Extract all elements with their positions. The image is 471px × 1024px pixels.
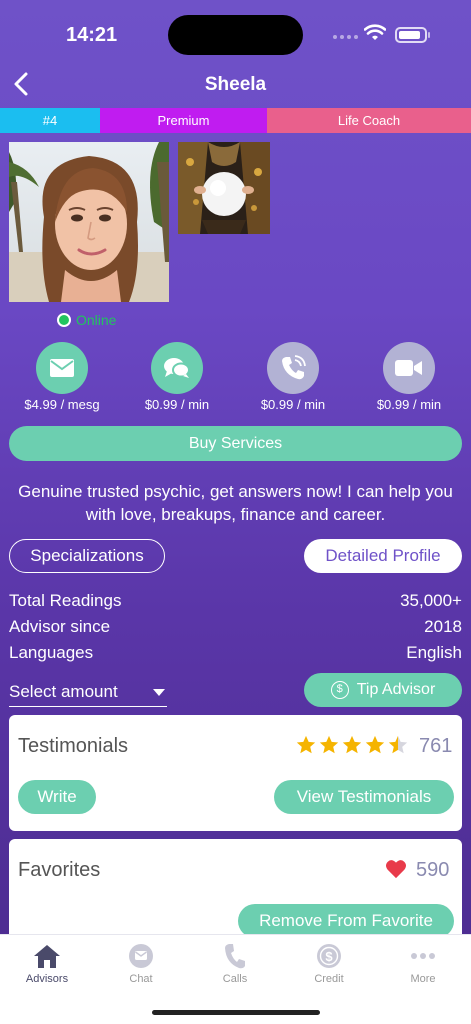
online-status: Online [57,312,116,328]
battery-icon [395,27,430,43]
home-indicator[interactable] [152,1010,320,1015]
dollar-icon: $ [330,681,349,699]
tab-label: Credit [314,973,344,985]
tip-advisor-button[interactable]: $ Tip Advisor [304,673,462,707]
dropdown-caret-icon [153,688,165,696]
tab-label: Chat [129,973,153,985]
category-badge: Life Coach [267,108,471,133]
message-price: $4.99 / mesg [24,397,100,412]
star-icon [319,735,339,754]
info-row-languages: Languages English [9,643,462,663]
star-icon [342,735,362,754]
half-star-icon [388,735,408,754]
online-status-label: Online [76,312,117,328]
rating-stars [295,734,409,756]
star-icon [296,735,316,754]
tab-more[interactable]: More [376,941,470,985]
view-testimonials-button[interactable]: View Testimonials [274,780,454,814]
status-time: 14:21 [66,24,118,46]
tab-calls[interactable]: Calls [188,941,282,985]
phone-icon [225,944,245,969]
tip-amount-select[interactable]: Select amount [9,678,167,707]
phone-icon[interactable] [267,342,319,394]
chat-icon [129,944,153,968]
nav-bar: Sheela [0,66,471,106]
write-testimonial-button[interactable]: Write [18,780,96,814]
more-icon [411,953,435,959]
chat-icon[interactable] [151,342,203,394]
tip-advisor-label: Tip Advisor [356,681,436,698]
chat-service[interactable]: $0.99 / min [119,342,235,412]
heart-icon [386,860,406,879]
favorites-card: Favorites 590 Remove From Favorite [9,839,462,949]
tab-advisors[interactable]: Advisors [0,941,94,985]
svg-text:$: $ [325,949,333,964]
info-label: Languages [9,643,94,662]
dynamic-island [168,15,303,55]
info-label: Total Readings [9,591,122,610]
info-label: Advisor since [9,617,111,636]
tab-credit[interactable]: $ Credit [282,941,376,985]
signal-icon [333,35,358,39]
tab-chat[interactable]: Chat [94,941,188,985]
specializations-button[interactable]: Specializations [9,539,165,573]
testimonials-count: 761 [419,735,453,757]
video-service[interactable]: $0.99 / min [351,342,467,412]
video-icon[interactable] [383,342,435,394]
testimonials-card: Testimonials 761 Write View Testimonials [9,715,462,831]
info-row-total-readings: Total Readings 35,000+ [9,591,462,611]
info-row-advisor-since: Advisor since 2018 [9,617,462,637]
testimonials-title: Testimonials [18,735,129,757]
buy-services-button[interactable]: Buy Services [9,426,462,461]
tip-amount-placeholder: Select amount [9,682,118,701]
tag-row: #4 Premium Life Coach [0,108,471,133]
dollar-icon: $ [317,944,341,968]
status-bar: 14:21 [0,0,471,70]
detailed-profile-button[interactable]: Detailed Profile [304,539,462,573]
home-icon [34,945,60,968]
advisor-bio: Genuine trusted psychic, get answers now… [18,482,453,524]
chat-price: $0.99 / min [144,397,210,412]
message-service[interactable]: $4.99 / mesg [4,342,120,412]
info-value: English [406,643,462,662]
mail-icon[interactable] [36,342,88,394]
rank-badge: #4 [0,108,100,133]
tab-label: Calls [222,973,248,985]
favorites-title: Favorites [18,859,101,881]
favorites-count: 590 [416,859,450,881]
call-service[interactable]: $0.99 / min [235,342,351,412]
remove-from-favorite-button[interactable]: Remove From Favorite [238,904,454,938]
tab-label: Advisors [25,973,69,985]
info-value: 2018 [424,617,462,636]
advisor-thumbnail-photo[interactable] [178,142,270,234]
advisor-photo[interactable] [9,142,169,302]
wifi-icon [364,24,386,40]
premium-badge: Premium [100,108,267,133]
video-price: $0.99 / min [376,397,442,412]
online-dot-icon [57,313,71,327]
page-title: Sheela [204,74,267,95]
tab-label: More [410,973,436,985]
star-icon [365,735,385,754]
info-value: 35,000+ [400,591,462,610]
call-price: $0.99 / min [260,397,326,412]
